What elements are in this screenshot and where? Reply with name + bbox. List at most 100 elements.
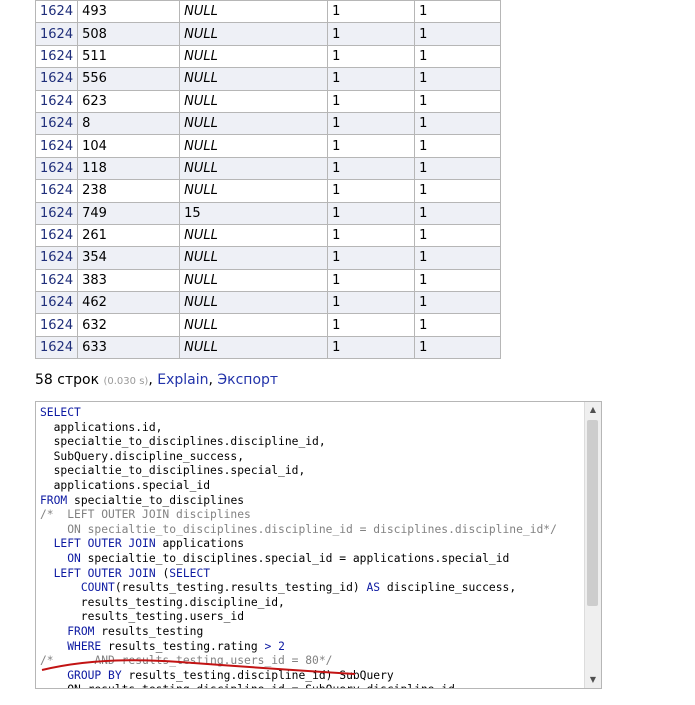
sql-editor[interactable]: SELECT applications.id, specialtie_to_di…	[35, 401, 602, 689]
sql-line: results_testing.discipline_id,	[40, 596, 557, 611]
table-row: 1624 511 NULL 1 1	[34, 44, 502, 69]
sql-line: FROM results_testing	[40, 625, 557, 640]
cell-application-id[interactable]: 1624	[34, 22, 79, 46]
cell-application-id[interactable]: 1624	[34, 67, 79, 91]
cell-application-id[interactable]: 1624	[34, 246, 79, 270]
sql-text: specialtie_to_disciplines	[67, 493, 245, 507]
cell-special-id: 1	[327, 89, 416, 113]
sql-text: specialtie_to_disciplines.special_id = a…	[80, 551, 510, 565]
cell-discipline-id: 238	[77, 179, 181, 203]
sql-line: applications.special_id	[40, 479, 557, 494]
cell-discipline-success: NULL	[179, 268, 329, 293]
cell-app-special-id: 1	[414, 0, 502, 24]
sql-line: FROM specialtie_to_disciplines	[40, 494, 557, 509]
table-row: 1624 238 NULL 1 1	[34, 179, 502, 203]
cell-special-id: 1	[327, 179, 416, 203]
sql-line: COUNT(results_testing.results_testing_id…	[40, 581, 557, 596]
cell-app-special-id: 1	[414, 291, 502, 315]
sql-line: applications.id,	[40, 421, 557, 436]
sql-text: results_testing	[94, 624, 204, 638]
sql-scrollbar[interactable]: ▲ ▼	[584, 402, 601, 688]
red-underline-annotation	[41, 659, 356, 675]
cell-application-id[interactable]: 1624	[34, 201, 79, 225]
cell-discipline-id: 8	[77, 111, 181, 136]
cell-application-id[interactable]: 1624	[34, 111, 79, 136]
cell-discipline-success: NULL	[179, 291, 329, 315]
cell-app-special-id: 1	[414, 223, 502, 248]
sql-text: results_testing.discipline_id,	[40, 595, 285, 609]
cell-discipline-success: NULL	[179, 134, 329, 158]
cell-discipline-id: 383	[77, 268, 181, 293]
cell-application-id[interactable]: 1624	[34, 134, 79, 158]
cell-app-special-id: 1	[414, 111, 502, 136]
scroll-up-arrow-icon[interactable]: ▲	[585, 402, 601, 418]
sql-text: results_testing.rating	[101, 639, 265, 653]
table-row: 1624 632 NULL 1 1	[34, 313, 502, 337]
table-row: 1624 508 NULL 1 1	[34, 22, 502, 46]
cell-discipline-id: 633	[77, 335, 181, 360]
cell-special-id: 1	[327, 291, 416, 315]
sql-keyword: SELECT	[169, 566, 211, 580]
cell-discipline-id: 462	[77, 291, 181, 315]
cell-special-id: 1	[327, 313, 416, 337]
scroll-down-arrow-icon[interactable]: ▼	[585, 672, 601, 688]
sql-line: LEFT OUTER JOIN applications	[40, 537, 557, 552]
cell-discipline-id: 623	[77, 89, 181, 113]
sql-text: applications.special_id	[40, 478, 211, 492]
sql-text: applications.id,	[40, 420, 163, 434]
sql-line: SELECT	[40, 406, 557, 421]
cell-app-special-id: 1	[414, 156, 502, 181]
cell-application-id[interactable]: 1624	[34, 223, 79, 248]
cell-application-id[interactable]: 1624	[34, 156, 79, 181]
sql-text: specialtie_to_disciplines.special_id,	[40, 464, 306, 478]
sql-keyword: AS	[366, 581, 381, 595]
sql-line: /* LEFT OUTER JOIN disciplines	[40, 508, 557, 523]
cell-special-id: 1	[327, 22, 416, 46]
cell-special-id: 1	[327, 335, 416, 360]
sql-text: discipline_success,	[380, 581, 517, 595]
query-time: (0.030 s)	[103, 376, 149, 387]
cell-discipline-success: NULL	[179, 246, 329, 270]
sql-keyword: SELECT	[40, 406, 81, 419]
cell-application-id[interactable]: 1624	[34, 313, 79, 337]
sql-text: > 2	[264, 639, 285, 653]
cell-discipline-id: 556	[77, 67, 181, 91]
sql-keyword: LEFT OUTER JOIN	[53, 537, 156, 551]
cell-application-id[interactable]: 1624	[34, 44, 79, 69]
cell-discipline-id: 354	[77, 246, 181, 270]
cell-discipline-success: NULL	[179, 335, 329, 360]
sql-keyword: FROM	[67, 624, 95, 638]
results-table: 1624 493 NULL 1 1 1624 508 NULL 1 1 1624 511 NULL 1 1 1…	[34, 0, 502, 360]
table-row: 1624 383 NULL 1 1	[34, 268, 502, 293]
cell-discipline-id: 493	[77, 0, 181, 24]
cell-discipline-id: 104	[77, 134, 181, 158]
sql-keyword: ON	[67, 551, 81, 565]
table-row: 1624 493 NULL 1 1	[34, 0, 502, 24]
cell-application-id[interactable]: 1624	[34, 268, 79, 293]
cell-discipline-id: 118	[77, 156, 181, 181]
cell-special-id: 1	[327, 268, 416, 293]
sql-line: LEFT OUTER JOIN (SELECT	[40, 567, 557, 582]
cell-app-special-id: 1	[414, 44, 502, 69]
cell-special-id: 1	[327, 111, 416, 136]
table-row: 1624 623 NULL 1 1	[34, 89, 502, 113]
cell-special-id: 1	[327, 44, 416, 69]
cell-application-id[interactable]: 1624	[34, 179, 79, 203]
export-link[interactable]: Экспорт	[217, 372, 278, 388]
cell-discipline-id: 749	[77, 201, 181, 225]
table-row: 1624 749 15 1 1	[34, 201, 502, 225]
sql-keyword: WHERE	[67, 639, 102, 653]
cell-discipline-id: 511	[77, 44, 181, 69]
cell-app-special-id: 1	[414, 313, 502, 337]
scroll-thumb[interactable]	[587, 420, 598, 606]
cell-special-id: 1	[327, 134, 416, 158]
cell-application-id[interactable]: 1624	[34, 89, 79, 113]
sql-code[interactable]: SELECT applications.id, specialtie_to_di…	[40, 406, 557, 688]
cell-application-id[interactable]: 1624	[34, 335, 79, 360]
cell-application-id[interactable]: 1624	[34, 291, 79, 315]
explain-link[interactable]: Explain	[157, 372, 208, 388]
table-row: 1624 261 NULL 1 1	[34, 223, 502, 248]
summary-separator: ,	[148, 372, 153, 388]
cell-application-id[interactable]: 1624	[34, 0, 79, 24]
